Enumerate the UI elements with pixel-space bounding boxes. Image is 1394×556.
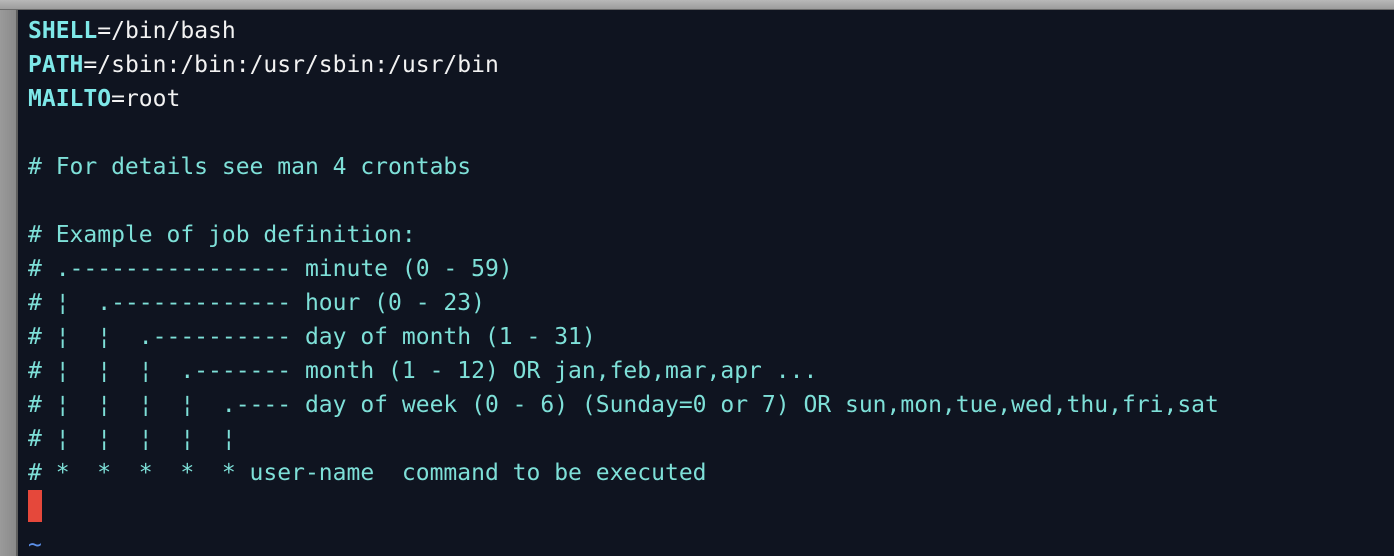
comment-line: # ¦ .------------- hour (0 - 23) <box>28 290 485 316</box>
comment-line: # For details see man 4 crontabs <box>28 154 472 180</box>
comment-line: # ¦ ¦ ¦ ¦ ¦ <box>28 426 236 452</box>
variable-value: root <box>124 86 181 112</box>
text-cursor <box>28 490 42 522</box>
empty-line-tilde: ~ <box>28 532 42 556</box>
comment-line: # * * * * * user-name command to be exec… <box>28 460 707 486</box>
terminal-window: SHELL=/bin/bash PATH=/sbin:/bin:/usr/sbi… <box>0 0 1394 556</box>
comment-line: # ¦ ¦ ¦ ¦ .---- day of week (0 - 6) (Sun… <box>28 392 1219 418</box>
window-left-border <box>0 10 18 556</box>
equals-sign: = <box>97 18 112 44</box>
mailto-variable-line: MAILTO=root <box>28 82 180 116</box>
variable-name: SHELL <box>28 18 98 44</box>
variable-name: PATH <box>28 52 84 78</box>
window-title-bar[interactable] <box>0 0 1394 10</box>
comment-line: # ¦ ¦ .---------- day of month (1 - 31) <box>28 324 596 350</box>
variable-value: /bin/bash <box>111 18 236 44</box>
comment-line: # ¦ ¦ ¦ .------- month (1 - 12) OR jan,f… <box>28 358 818 384</box>
variable-name: MAILTO <box>28 86 112 112</box>
comment-line: # .---------------- minute (0 - 59) <box>28 256 513 282</box>
variable-value: /sbin:/bin:/usr/sbin:/usr/bin <box>97 52 499 78</box>
comment-line: # Example of job definition: <box>28 222 416 248</box>
equals-sign: = <box>111 86 125 112</box>
vim-editor-area[interactable]: SHELL=/bin/bash PATH=/sbin:/bin:/usr/sbi… <box>18 10 1394 556</box>
path-variable-line: PATH=/sbin:/bin:/usr/sbin:/usr/bin <box>28 48 499 82</box>
equals-sign: = <box>83 52 98 78</box>
shell-variable-line: SHELL=/bin/bash <box>28 14 236 48</box>
